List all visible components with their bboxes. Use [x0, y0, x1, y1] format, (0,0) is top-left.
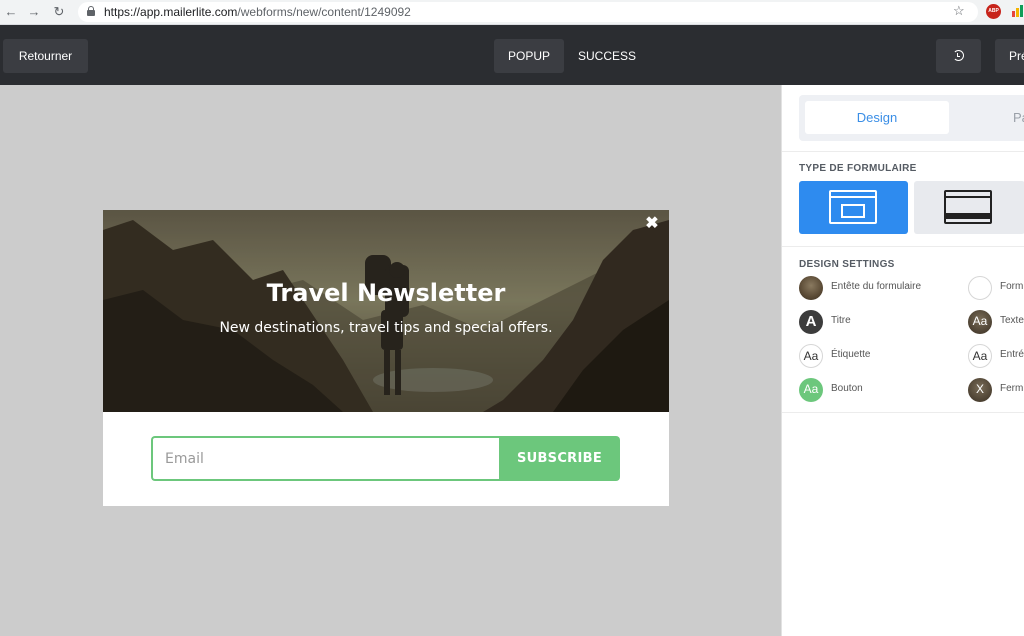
close-button-icon: X: [968, 378, 992, 402]
bookmark-star-icon[interactable]: ☆: [953, 3, 965, 19]
form-type-popup-option[interactable]: [799, 181, 908, 234]
popup-header-image[interactable]: Travel Newsletter New destinations, trav…: [103, 210, 669, 412]
adblock-extension-icon[interactable]: ABP: [986, 4, 1001, 19]
preview-button[interactable]: Pré: [995, 39, 1024, 73]
editor-toolbar: Retourner POPUP SUCCESS Pré: [0, 25, 1024, 85]
tab-success[interactable]: SUCCESS: [576, 39, 638, 73]
setting-label: Ferm: [1000, 383, 1024, 394]
lock-icon: [87, 6, 95, 16]
bar-layout-icon: [944, 190, 992, 224]
label-font-icon: Aa: [799, 344, 823, 368]
address-bar[interactable]: https://app.mailerlite.com/webforms/new/…: [78, 2, 978, 22]
close-icon[interactable]: ✖: [644, 216, 660, 232]
email-input[interactable]: [153, 438, 500, 479]
form-background-icon: [968, 276, 992, 300]
panel-tabs: Design Pa: [799, 95, 1024, 141]
settings-panel: Design Pa TYPE DE FORMULAIRE DESIGN SETT…: [781, 85, 1024, 636]
tab-popup[interactable]: POPUP: [494, 39, 564, 73]
text-font-icon: Aa: [968, 310, 992, 334]
reload-icon[interactable]: ↻: [50, 3, 68, 21]
setting-label: Entête du formulaire: [831, 281, 922, 292]
setting-label: Titre: [831, 315, 851, 326]
form-type-heading: TYPE DE FORMULAIRE: [799, 163, 917, 174]
forward-arrow-icon[interactable]: →: [25, 3, 43, 21]
design-settings-heading: DESIGN SETTINGS: [799, 259, 895, 270]
browser-chrome: ← → ↻ https://app.mailerlite.com/webform…: [0, 0, 1024, 25]
history-button[interactable]: [936, 39, 981, 73]
mountain-landscape-image: [103, 210, 669, 412]
analytics-extension-icon[interactable]: [1012, 5, 1024, 17]
email-field[interactable]: [151, 436, 500, 481]
setting-label: Form: [1000, 281, 1024, 292]
divider: [782, 246, 1024, 247]
divider: [782, 151, 1024, 152]
popup-subtitle: New destinations, travel tips and specia…: [219, 320, 553, 336]
setting-label: Texte: [1000, 315, 1024, 326]
editor-canvas: Travel Newsletter New destinations, trav…: [0, 85, 781, 636]
tab-parameters[interactable]: Pa: [1013, 101, 1024, 134]
button-style-icon: Aa: [799, 378, 823, 402]
divider: [782, 412, 1024, 413]
back-arrow-icon[interactable]: ←: [2, 3, 20, 21]
back-button[interactable]: Retourner: [3, 39, 88, 73]
input-font-icon: Aa: [968, 344, 992, 368]
setting-label: Bouton: [831, 383, 863, 394]
popup-layout-icon: [829, 190, 877, 224]
url-text: https://app.mailerlite.com/webforms/new/…: [104, 5, 411, 19]
image-icon: [799, 276, 823, 300]
setting-label: Étiquette: [831, 349, 871, 360]
popup-form-preview: Travel Newsletter New destinations, trav…: [103, 210, 669, 506]
title-font-icon: A: [799, 310, 823, 334]
tab-design[interactable]: Design: [805, 101, 949, 134]
subscribe-button[interactable]: SUBSCRIBE: [499, 436, 620, 481]
setting-label: Entré: [1000, 349, 1024, 360]
popup-title: Travel Newsletter: [266, 279, 506, 307]
form-type-bar-option[interactable]: [914, 181, 1024, 234]
